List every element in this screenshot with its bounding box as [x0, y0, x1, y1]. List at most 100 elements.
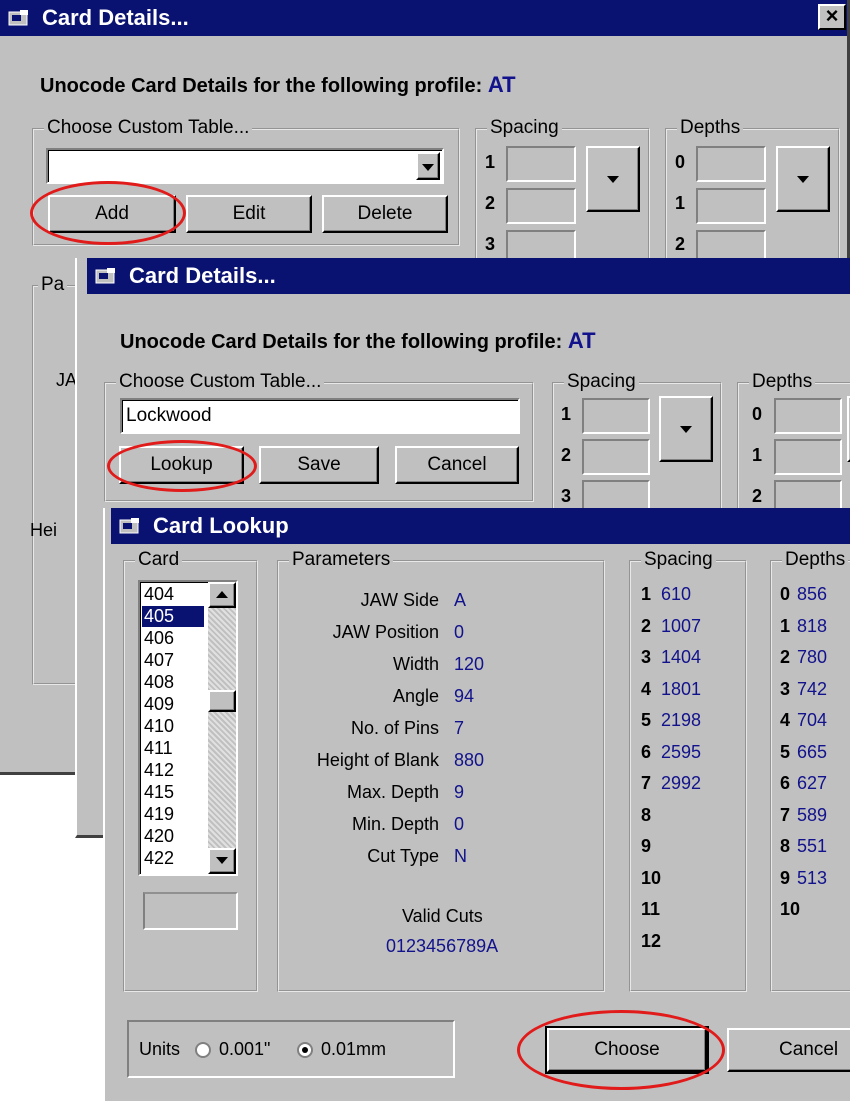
spacing-index: 6 [641, 741, 652, 762]
card-list-item[interactable]: 419 [142, 804, 204, 825]
depth-index: 3 [780, 678, 791, 699]
spacing-field[interactable] [506, 188, 576, 224]
parameter-value: 94 [454, 686, 475, 706]
unit-radio-mm[interactable] [297, 1042, 313, 1058]
edit-button[interactable]: Edit [186, 195, 312, 233]
depth-index: 7 [780, 804, 791, 825]
card-list-item[interactable]: 408 [142, 672, 204, 693]
parameter-label: JAW Position [332, 622, 439, 642]
depths-field[interactable] [696, 146, 766, 182]
card-list-item[interactable]: 411 [142, 738, 204, 759]
spacing-index: 3 [641, 647, 652, 667]
spacing-value: 2595 [661, 741, 702, 762]
group-title: Parameters [289, 549, 394, 571]
spacing-value: 2198 [661, 710, 702, 730]
spacing-dropdown-button[interactable] [659, 396, 713, 462]
spacing-index: 1 [641, 584, 652, 604]
depth-index: 8 [780, 836, 791, 856]
card-list-item[interactable]: 410 [142, 716, 204, 737]
parameter-value: 7 [454, 718, 465, 738]
cancel-button[interactable]: Cancel [395, 446, 519, 484]
save-button[interactable]: Save [259, 446, 379, 484]
card-list-item[interactable]: 422 [142, 848, 204, 869]
spacing-value: 1404 [661, 647, 702, 667]
parameter-label: Width [392, 654, 439, 674]
card-list-item[interactable]: 412 [142, 760, 204, 781]
parameter-label: Max. Depth [346, 782, 439, 802]
spacing-index: 2 [641, 615, 652, 636]
card-list-item[interactable]: 420 [142, 826, 204, 847]
custom-table-combo[interactable] [46, 148, 444, 184]
close-icon[interactable]: × [818, 4, 846, 30]
units-label: Units [139, 1039, 181, 1059]
parameter-label: Height of Blank [316, 750, 439, 770]
spacing-index: 11 [641, 899, 661, 919]
parameter-label: No. of Pins [350, 718, 439, 738]
unit-label-mm: 0.01mm [321, 1039, 387, 1059]
spacing-field[interactable] [582, 439, 650, 475]
spacing-index: 10 [641, 867, 662, 888]
depths-field[interactable] [774, 398, 842, 434]
chevron-down-icon [216, 857, 228, 864]
profile-code: AT [487, 72, 516, 97]
window-titlebar[interactable]: Card Details... [0, 0, 847, 36]
card-listbox[interactable]: 404 405 406 407 408 409 410 411 412 415 419 420 422 [138, 580, 238, 876]
chevron-down-icon [680, 426, 692, 433]
parameter-label: Cut Type [367, 846, 439, 866]
scroll-up-button[interactable] [208, 582, 236, 608]
parameter-label: Angle [392, 686, 439, 706]
valid-cuts-value: 0123456789A [386, 936, 499, 956]
card-list-item[interactable]: 409 [142, 694, 204, 715]
cancel-button[interactable]: Cancel [727, 1028, 850, 1072]
depth-index: 10 [780, 899, 801, 919]
parameter-value: A [454, 590, 467, 610]
delete-button[interactable]: Delete [322, 195, 448, 233]
depth-value: 818 [797, 615, 828, 636]
depth-value: 856 [797, 584, 828, 604]
depths-field[interactable] [774, 439, 842, 475]
spacing-value: 1801 [661, 678, 702, 699]
depths-row-index: 2 [752, 486, 763, 506]
spacing-index: 5 [641, 710, 652, 730]
combo-dropdown-button[interactable] [416, 152, 440, 180]
highlight-ellipse-lookup [107, 440, 257, 492]
card-list-item[interactable]: 405 [142, 606, 204, 627]
depths-field[interactable] [696, 188, 766, 224]
group-title: Depths [677, 117, 744, 139]
depths-dropdown-button[interactable] [776, 146, 830, 212]
card-list-item[interactable]: 407 [142, 650, 204, 671]
parameter-label: JAW Side [360, 590, 439, 610]
valid-cuts-label: Valid Cuts [402, 906, 483, 926]
spacing-row-index: 1 [485, 152, 496, 172]
card-list-item[interactable]: 406 [142, 628, 204, 649]
card-list-item[interactable]: 404 [142, 584, 204, 605]
card-number-field[interactable] [143, 892, 238, 930]
spacing-index: 8 [641, 804, 652, 825]
depths-row-index: 0 [675, 152, 686, 172]
custom-table-name-input[interactable]: Lockwood [120, 398, 520, 434]
scrollbar[interactable] [208, 582, 236, 874]
spacing-index: 9 [641, 836, 652, 856]
window-title: Card Details... [129, 263, 276, 288]
depth-value: 589 [797, 804, 828, 825]
spacing-field[interactable] [506, 146, 576, 182]
spacing-value: 2992 [661, 773, 702, 793]
scroll-down-button[interactable] [208, 848, 236, 874]
spacing-dropdown-button[interactable] [586, 146, 640, 212]
group-title: Choose Custom Table... [116, 371, 325, 393]
profile-heading: Unocode Card Details for the following p… [40, 72, 516, 97]
chevron-down-icon [797, 176, 809, 183]
card-list-item[interactable]: 415 [142, 782, 204, 803]
window-titlebar[interactable]: Card Details... [87, 258, 850, 294]
spacing-field[interactable] [582, 398, 650, 434]
parameter-label: Min. Depth [351, 814, 439, 834]
chevron-up-icon [216, 591, 228, 598]
scroll-thumb[interactable] [208, 690, 236, 712]
depth-value: 704 [797, 710, 828, 730]
window-titlebar[interactable]: Card Lookup [111, 508, 850, 544]
unit-radio-inch[interactable] [195, 1042, 211, 1058]
group-title: Card [135, 549, 183, 571]
depths-row-index: 1 [675, 193, 686, 213]
spacing-row-index: 3 [561, 486, 572, 506]
parameter-value: 880 [454, 750, 485, 770]
